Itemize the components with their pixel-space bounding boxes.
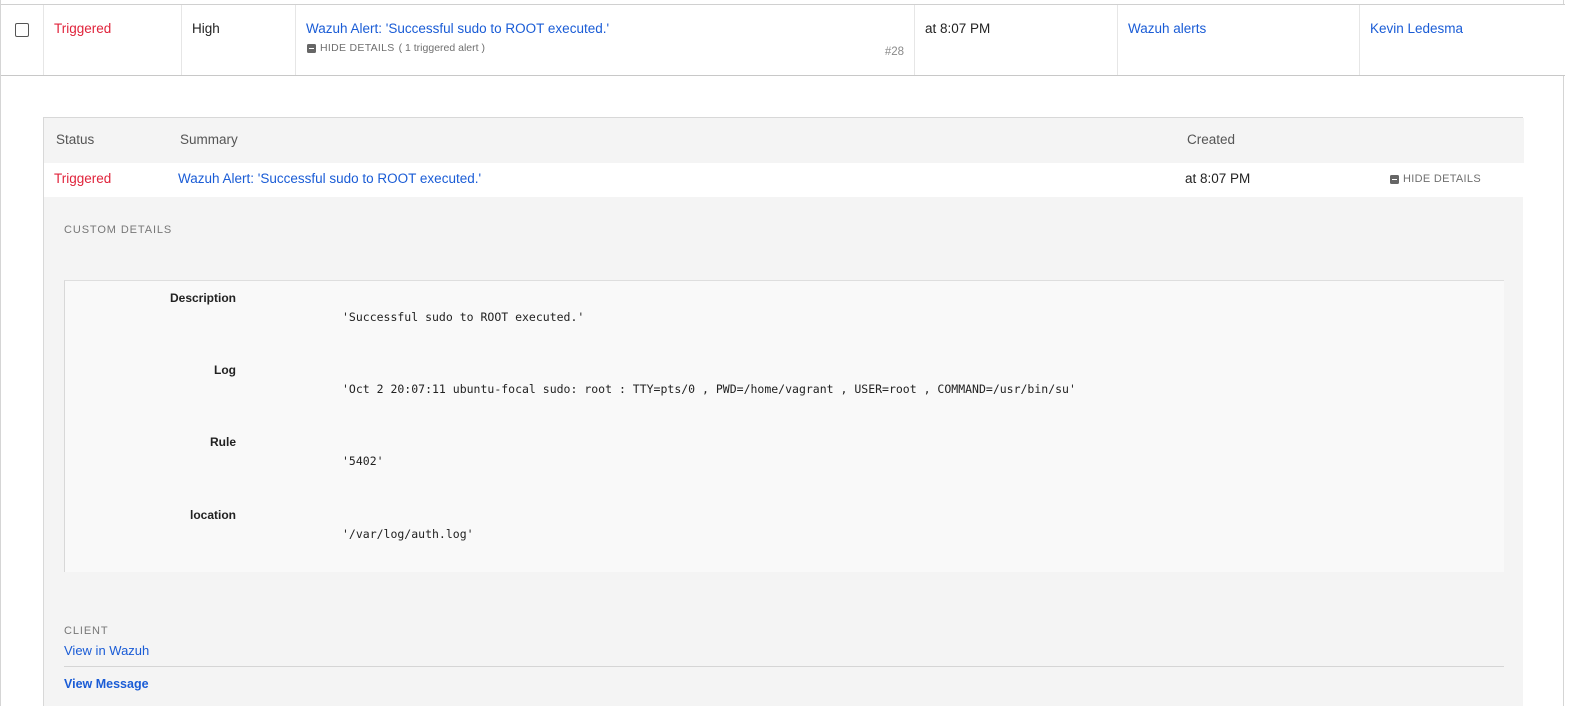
incident-hide-details-toggle[interactable]: HIDE DETAILS ( 1 triggered alert ) xyxy=(307,42,485,54)
service-cell: Wazuh alerts xyxy=(1117,5,1359,75)
service-link[interactable]: Wazuh alerts xyxy=(1128,21,1206,36)
detail-key-log: Log xyxy=(214,363,236,377)
column-header-status: Status xyxy=(56,132,95,147)
minus-square-icon xyxy=(307,43,316,53)
detail-key-rule: Rule xyxy=(209,435,236,449)
incident-status: Triggered xyxy=(54,21,112,36)
created-cell: at 8:07 PM xyxy=(914,5,1117,75)
alert-hide-details-toggle[interactable]: HIDE DETAILS xyxy=(1390,173,1481,185)
minus-square-icon xyxy=(1390,174,1399,184)
client-heading: CLIENT xyxy=(64,625,109,637)
row-select-checkbox[interactable] xyxy=(15,23,29,37)
detail-key-description: Description xyxy=(169,291,236,305)
detail-value-rule: '5402' xyxy=(342,454,384,468)
incident-urgency: High xyxy=(192,21,220,36)
detail-key-location: location xyxy=(189,508,236,522)
triggered-alert-count: ( 1 triggered alert ) xyxy=(398,42,485,54)
view-in-wazuh-link[interactable]: View in Wazuh xyxy=(64,643,149,658)
alert-created: at 8:07 PM xyxy=(1185,171,1251,186)
incident-number: #28 xyxy=(884,46,904,58)
incident-details-panel: Status Summary Created Triggered Wazuh A… xyxy=(43,117,1524,706)
alert-status: Triggered xyxy=(54,171,112,186)
custom-details-box: Description 'Successful sudo to ROOT exe… xyxy=(64,280,1504,572)
assignee-cell: Kevin Ledesma xyxy=(1359,5,1565,75)
divider xyxy=(64,666,1504,667)
incident-title-link[interactable]: Wazuh Alert: 'Successful sudo to ROOT ex… xyxy=(306,21,609,36)
alert-row[interactable]: Triggered Wazuh Alert: 'Successful sudo … xyxy=(44,163,1524,197)
urgency-cell: High xyxy=(181,5,295,75)
alerts-table-header: Status Summary Created xyxy=(44,118,1524,163)
status-cell: Triggered xyxy=(43,5,181,75)
view-message-link[interactable]: View Message xyxy=(64,677,149,691)
detail-value-log: 'Oct 2 20:07:11 ubuntu-focal sudo: root … xyxy=(342,382,1076,396)
incident-created: at 8:07 PM xyxy=(925,21,991,36)
column-header-summary: Summary xyxy=(180,132,238,147)
alert-summary-link[interactable]: Wazuh Alert: 'Successful sudo to ROOT ex… xyxy=(178,171,481,186)
assignee-link[interactable]: Kevin Ledesma xyxy=(1370,21,1463,36)
title-cell: Wazuh Alert: 'Successful sudo to ROOT ex… xyxy=(295,5,914,75)
column-header-created: Created xyxy=(1187,132,1236,147)
detail-value-description: 'Successful sudo to ROOT executed.' xyxy=(342,310,585,324)
incident-list-frame: Triggered High Wazuh Alert: 'Successful … xyxy=(0,0,1565,706)
hide-details-label: HIDE DETAILS xyxy=(1403,173,1481,185)
incident-row[interactable]: Triggered High Wazuh Alert: 'Successful … xyxy=(1,4,1565,76)
detail-value-location: '/var/log/auth.log' xyxy=(342,527,474,541)
hide-details-label: HIDE DETAILS xyxy=(320,42,395,54)
custom-details-heading: CUSTOM DETAILS xyxy=(64,224,173,236)
